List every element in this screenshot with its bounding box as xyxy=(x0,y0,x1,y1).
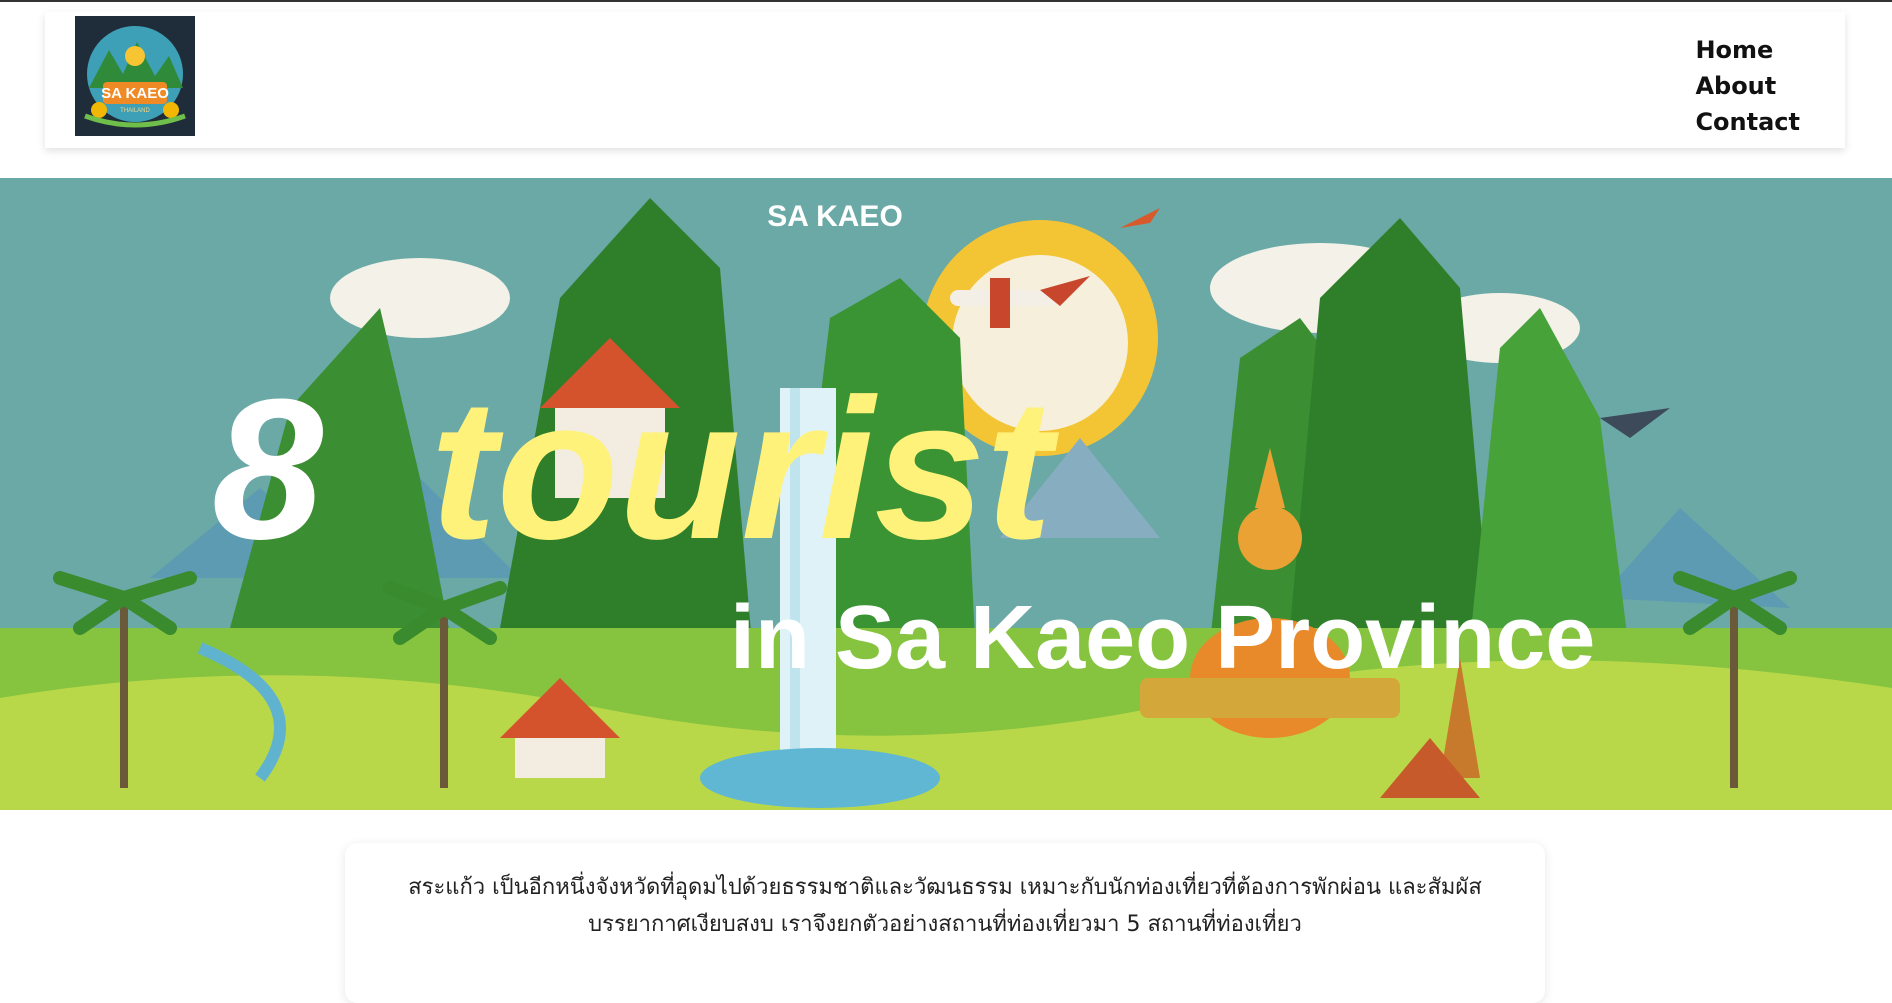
intro-text-line-1: สระแก้ว เป็นอีกหนึ่งจังหวัดที่อุดมไปด้วย… xyxy=(408,875,1482,900)
top-border-line xyxy=(0,0,1892,2)
headline-number: 8 xyxy=(212,358,323,581)
hero-illustration: SA KAEO 8 tourist in Sa Kaeo Province xyxy=(0,178,1892,810)
intro-text-line-2: บรรยากาศเงียบสงบ เราจึงยกตัวอย่างสถานที่… xyxy=(588,912,1302,937)
intro-card: สระแก้ว เป็นอีกหนึ่งจังหวัดที่อุดมไปด้วย… xyxy=(345,843,1545,1003)
logo-subtext: THAILAND xyxy=(120,108,150,114)
province-label: SA KAEO xyxy=(767,200,903,233)
hero-banner: SA KAEO 8 tourist in Sa Kaeo Province xyxy=(0,178,1892,810)
logo-text: SA KAEO xyxy=(101,85,169,102)
nav-link-about[interactable]: About xyxy=(1695,68,1800,104)
nav-link-contact[interactable]: Contact xyxy=(1695,104,1800,140)
sa-kaeo-logo-icon: SA KAEO THAILAND xyxy=(75,16,195,136)
nav-link-home[interactable]: Home xyxy=(1695,32,1800,68)
hero-subheadline: in Sa Kaeo Province xyxy=(730,588,1595,688)
site-logo[interactable]: SA KAEO THAILAND xyxy=(75,16,195,136)
nav-menu: Home About Contact xyxy=(1695,32,1800,140)
navbar: SA KAEO THAILAND Home About Contact xyxy=(45,12,1845,148)
headline-word: tourist xyxy=(430,358,1060,581)
